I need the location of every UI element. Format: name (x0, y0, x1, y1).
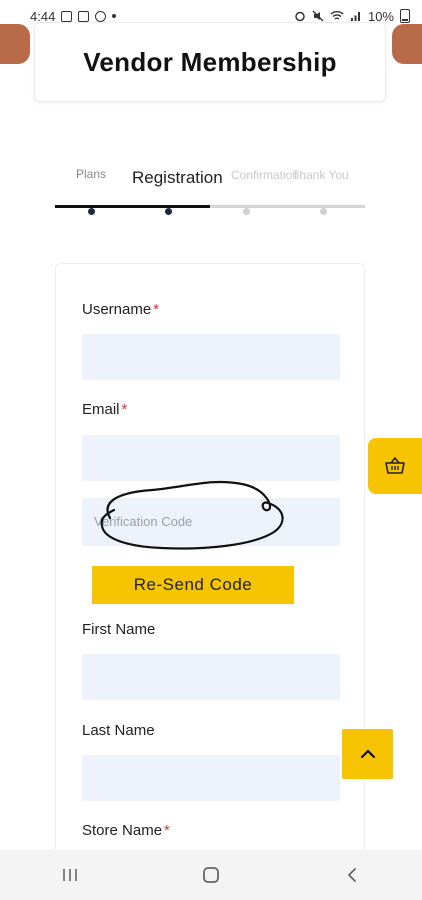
signal-icon (350, 12, 360, 21)
progress-fill (55, 205, 210, 208)
progress-track (55, 205, 365, 208)
header-card: Vendor Membership (34, 22, 386, 102)
background-image-left (0, 24, 30, 64)
registration-stepper: Plans Confirmation Thank You Registratio… (55, 160, 365, 220)
chevron-up-icon (360, 749, 375, 759)
step-thank-you[interactable]: Thank You (292, 168, 349, 182)
verification-code-input[interactable]: Verification Code (82, 480, 340, 550)
username-input[interactable] (82, 334, 340, 380)
basket-icon (385, 457, 405, 474)
recent-apps-button[interactable] (40, 855, 100, 895)
alarm-icon (295, 11, 305, 22)
cart-button[interactable] (368, 438, 422, 494)
email-label: Email * (82, 401, 127, 418)
gallery-notification-icon (61, 10, 73, 22)
username-label-text: Username (82, 301, 152, 318)
app-notification-icon (78, 10, 90, 22)
step-dot-thank-you (320, 208, 327, 215)
email-label-text: Email (82, 401, 120, 418)
system-nav-bar (0, 850, 422, 900)
last-name-label: Last Name (82, 722, 155, 739)
store-name-label: Store Name * (82, 822, 170, 839)
scroll-top-button[interactable] (342, 729, 393, 779)
required-mark: * (121, 401, 128, 418)
step-plans[interactable]: Plans (76, 167, 106, 181)
step-dot-confirmation (243, 208, 250, 215)
registration-form: Username * Email * Verification Code Re-Se… (55, 263, 365, 900)
chrome-notification-icon (95, 10, 107, 22)
step-confirmation[interactable]: Confirmation (231, 168, 299, 182)
home-button[interactable] (181, 855, 241, 895)
back-button[interactable] (322, 855, 382, 895)
hand-drawn-circle-annotation (100, 480, 284, 550)
email-input[interactable] (82, 435, 340, 481)
first-name-input[interactable] (82, 654, 340, 700)
page-title: Vendor Membership (83, 46, 337, 77)
recent-apps-icon (63, 869, 78, 881)
store-name-label-text: Store Name (82, 822, 163, 839)
more-notifications-icon (112, 14, 117, 18)
battery-icon (400, 9, 410, 23)
username-label: Username * (82, 301, 159, 318)
mute-icon (312, 10, 324, 22)
verification-code-placeholder: Verification Code (94, 514, 193, 529)
required-mark: * (164, 822, 170, 839)
first-name-label: First Name (82, 621, 156, 638)
home-icon (203, 867, 219, 883)
step-registration[interactable]: Registration (132, 168, 223, 188)
required-mark: * (153, 301, 160, 318)
background-image-right (392, 24, 422, 64)
resend-code-button[interactable]: Re-Send Code (92, 566, 294, 604)
wifi-icon (330, 11, 344, 20)
step-dot-plans (88, 208, 95, 215)
last-name-input[interactable] (82, 755, 340, 801)
back-icon (347, 868, 356, 882)
step-dot-registration (165, 208, 172, 215)
